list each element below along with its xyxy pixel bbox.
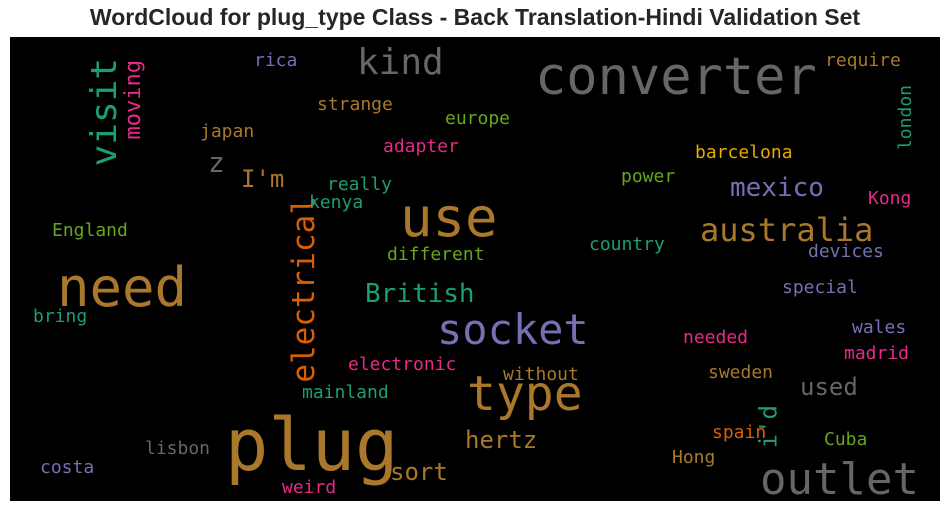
word-32: devices bbox=[808, 241, 884, 262]
word-48: Hong bbox=[672, 447, 715, 468]
word-23: europe bbox=[445, 108, 510, 129]
word-16: used bbox=[800, 373, 858, 401]
word-49: costa bbox=[40, 457, 94, 478]
word-28: power bbox=[621, 166, 675, 187]
word-36: special bbox=[782, 277, 858, 298]
word-31: Kong bbox=[868, 188, 911, 209]
word-3: use bbox=[400, 186, 498, 249]
word-42: without bbox=[503, 364, 579, 385]
word-1: converter bbox=[535, 47, 817, 107]
word-24: strange bbox=[317, 94, 393, 115]
word-14: sort bbox=[390, 458, 448, 486]
word-30: kenya bbox=[309, 192, 363, 213]
word-39: needed bbox=[683, 327, 748, 348]
word-4: socket bbox=[437, 305, 589, 354]
word-10: electrical bbox=[286, 196, 322, 383]
word-0: plug bbox=[225, 403, 398, 487]
word-37: bring bbox=[33, 306, 87, 327]
word-33: country bbox=[589, 234, 665, 255]
word-19: z bbox=[208, 146, 225, 179]
word-17: I'm bbox=[241, 165, 284, 193]
word-8: kind bbox=[357, 42, 444, 83]
word-6: outlet bbox=[760, 454, 919, 505]
word-41: electronic bbox=[348, 354, 456, 375]
word-50: weird bbox=[282, 477, 336, 498]
word-34: different bbox=[387, 244, 485, 265]
word-38: wales bbox=[852, 317, 906, 338]
word-15: moving bbox=[121, 60, 146, 139]
word-11: British bbox=[365, 279, 475, 309]
word-43: sweden bbox=[708, 362, 773, 383]
word-45: spain bbox=[712, 422, 766, 443]
wordcloud-chart: plugconverterneedusesockettypeoutletaust… bbox=[10, 37, 940, 505]
word-47: lisbon bbox=[145, 438, 210, 459]
word-27: adapter bbox=[383, 136, 459, 157]
word-20: require bbox=[825, 50, 901, 71]
word-21: london bbox=[895, 85, 916, 150]
word-22: barcelona bbox=[695, 142, 793, 163]
word-35: England bbox=[52, 220, 128, 241]
word-13: hertz bbox=[465, 426, 537, 454]
word-46: Cuba bbox=[824, 429, 867, 450]
word-40: madrid bbox=[844, 343, 909, 364]
word-9: visit bbox=[84, 58, 125, 166]
word-25: rica bbox=[254, 50, 297, 71]
word-26: japan bbox=[200, 121, 254, 142]
word-12: mexico bbox=[730, 173, 824, 203]
word-44: mainland bbox=[302, 382, 389, 403]
